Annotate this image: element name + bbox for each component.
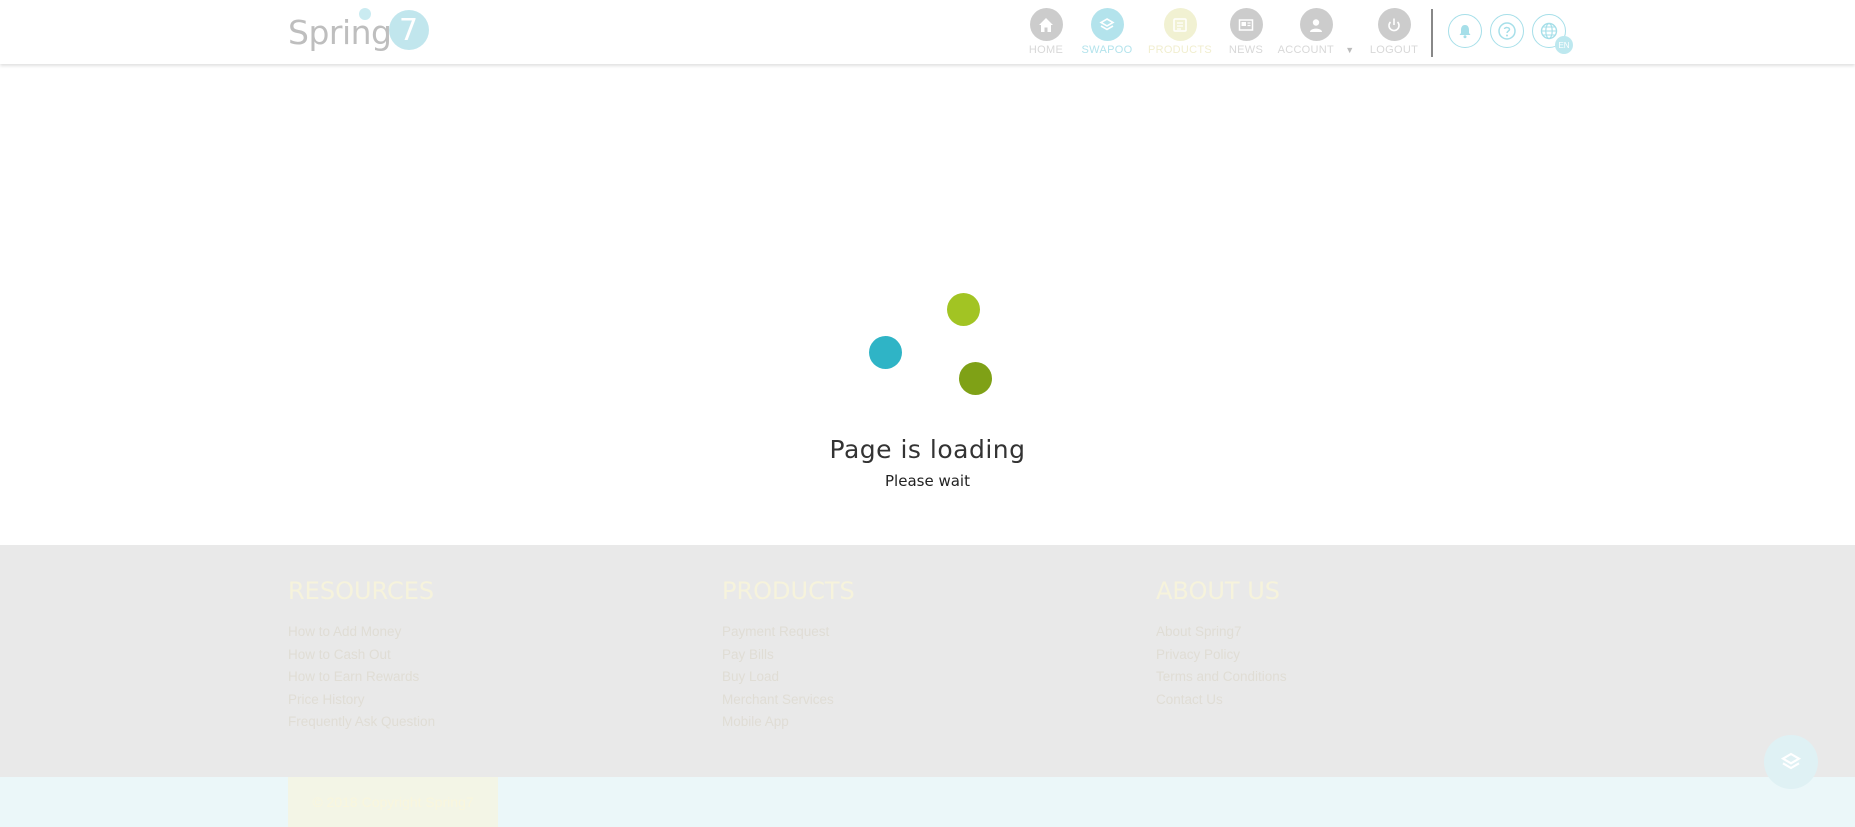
nav-swapoo-label: SWAPOO: [1081, 44, 1133, 56]
power-icon: [1377, 8, 1411, 41]
footer-products: PRODUCTS Payment Request Pay Bills Buy L…: [722, 577, 855, 734]
footer-link[interactable]: Price History: [288, 689, 435, 712]
top-navbar: Spring 7 HOME SWAPOO PRODUCTS NEWS ACCOU…: [0, 0, 1855, 64]
footer-link[interactable]: Mobile App: [722, 711, 855, 734]
loading-subtitle: Please wait: [885, 472, 970, 490]
nav-divider: [1431, 9, 1433, 57]
footer-link[interactable]: Frequently Ask Question: [288, 711, 435, 734]
footer-about-heading: ABOUT US: [1156, 577, 1281, 605]
copyright-bar: © 2018 Copyright Spring7: [0, 777, 1855, 827]
footer-link[interactable]: Payment Request: [722, 621, 855, 644]
footer-link[interactable]: Buy Load: [722, 666, 855, 689]
nav-logout[interactable]: LOGOUT: [1354, 8, 1434, 56]
swapoo-icon: [1090, 8, 1124, 41]
footer-resources-links: How to Add Money How to Cash Out How to …: [288, 621, 435, 734]
products-icon: [1163, 8, 1197, 41]
help-icon: [1498, 22, 1516, 40]
footer-link[interactable]: How to Cash Out: [288, 644, 435, 667]
footer-link[interactable]: About Spring7: [1156, 621, 1287, 644]
footer-link[interactable]: How to Add Money: [288, 621, 435, 644]
main-nav: HOME SWAPOO PRODUCTS NEWS ACCOUNT ▼ LOGO…: [0, 8, 1855, 60]
loader-dot-green: [959, 362, 992, 395]
loader-dot-lime: [947, 293, 980, 326]
nav-account[interactable]: ACCOUNT ▼: [1276, 8, 1356, 56]
notifications-button[interactable]: [1448, 14, 1482, 48]
help-button[interactable]: [1490, 14, 1524, 48]
copyright-text: © 2018 Copyright Spring7: [288, 777, 498, 827]
language-badge: EN: [1555, 36, 1573, 54]
home-icon: [1029, 8, 1063, 41]
swapoo-float-button[interactable]: [1764, 735, 1818, 789]
footer-link[interactable]: Privacy Policy: [1156, 644, 1287, 667]
footer-about-links: About Spring7 Privacy Policy Terms and C…: [1156, 621, 1287, 711]
footer-products-heading: PRODUCTS: [722, 577, 855, 605]
nav-account-label: ACCOUNT ▼: [1278, 44, 1355, 56]
footer-resources: RESOURCES How to Add Money How to Cash O…: [288, 577, 435, 734]
loading-title: Page is loading: [829, 435, 1026, 464]
footer: RESOURCES How to Add Money How to Cash O…: [0, 545, 1855, 777]
footer-link[interactable]: Pay Bills: [722, 644, 855, 667]
globe-icon: [1540, 22, 1558, 40]
footer-resources-heading: RESOURCES: [288, 577, 435, 605]
swapoo-icon: [1780, 752, 1802, 770]
news-icon: [1229, 8, 1263, 41]
nav-swapoo[interactable]: SWAPOO: [1067, 8, 1147, 56]
footer-products-links: Payment Request Pay Bills Buy Load Merch…: [722, 621, 855, 734]
nav-news[interactable]: NEWS: [1206, 8, 1286, 56]
nav-products-label: PRODUCTS: [1147, 44, 1213, 56]
footer-link[interactable]: Contact Us: [1156, 689, 1287, 712]
footer-link[interactable]: Merchant Services: [722, 689, 855, 712]
loader-dot-blue: [869, 336, 902, 369]
footer-link[interactable]: How to Earn Rewards: [288, 666, 435, 689]
footer-link[interactable]: Terms and Conditions: [1156, 666, 1287, 689]
nav-account-text: ACCOUNT: [1277, 44, 1334, 56]
nav-home-label: HOME: [1028, 44, 1064, 56]
footer-about: ABOUT US About Spring7 Privacy Policy Te…: [1156, 577, 1287, 711]
account-icon: [1299, 8, 1333, 41]
nav-news-label: NEWS: [1228, 44, 1264, 56]
nav-logout-label: LOGOUT: [1369, 44, 1419, 56]
bell-icon: [1459, 25, 1471, 39]
